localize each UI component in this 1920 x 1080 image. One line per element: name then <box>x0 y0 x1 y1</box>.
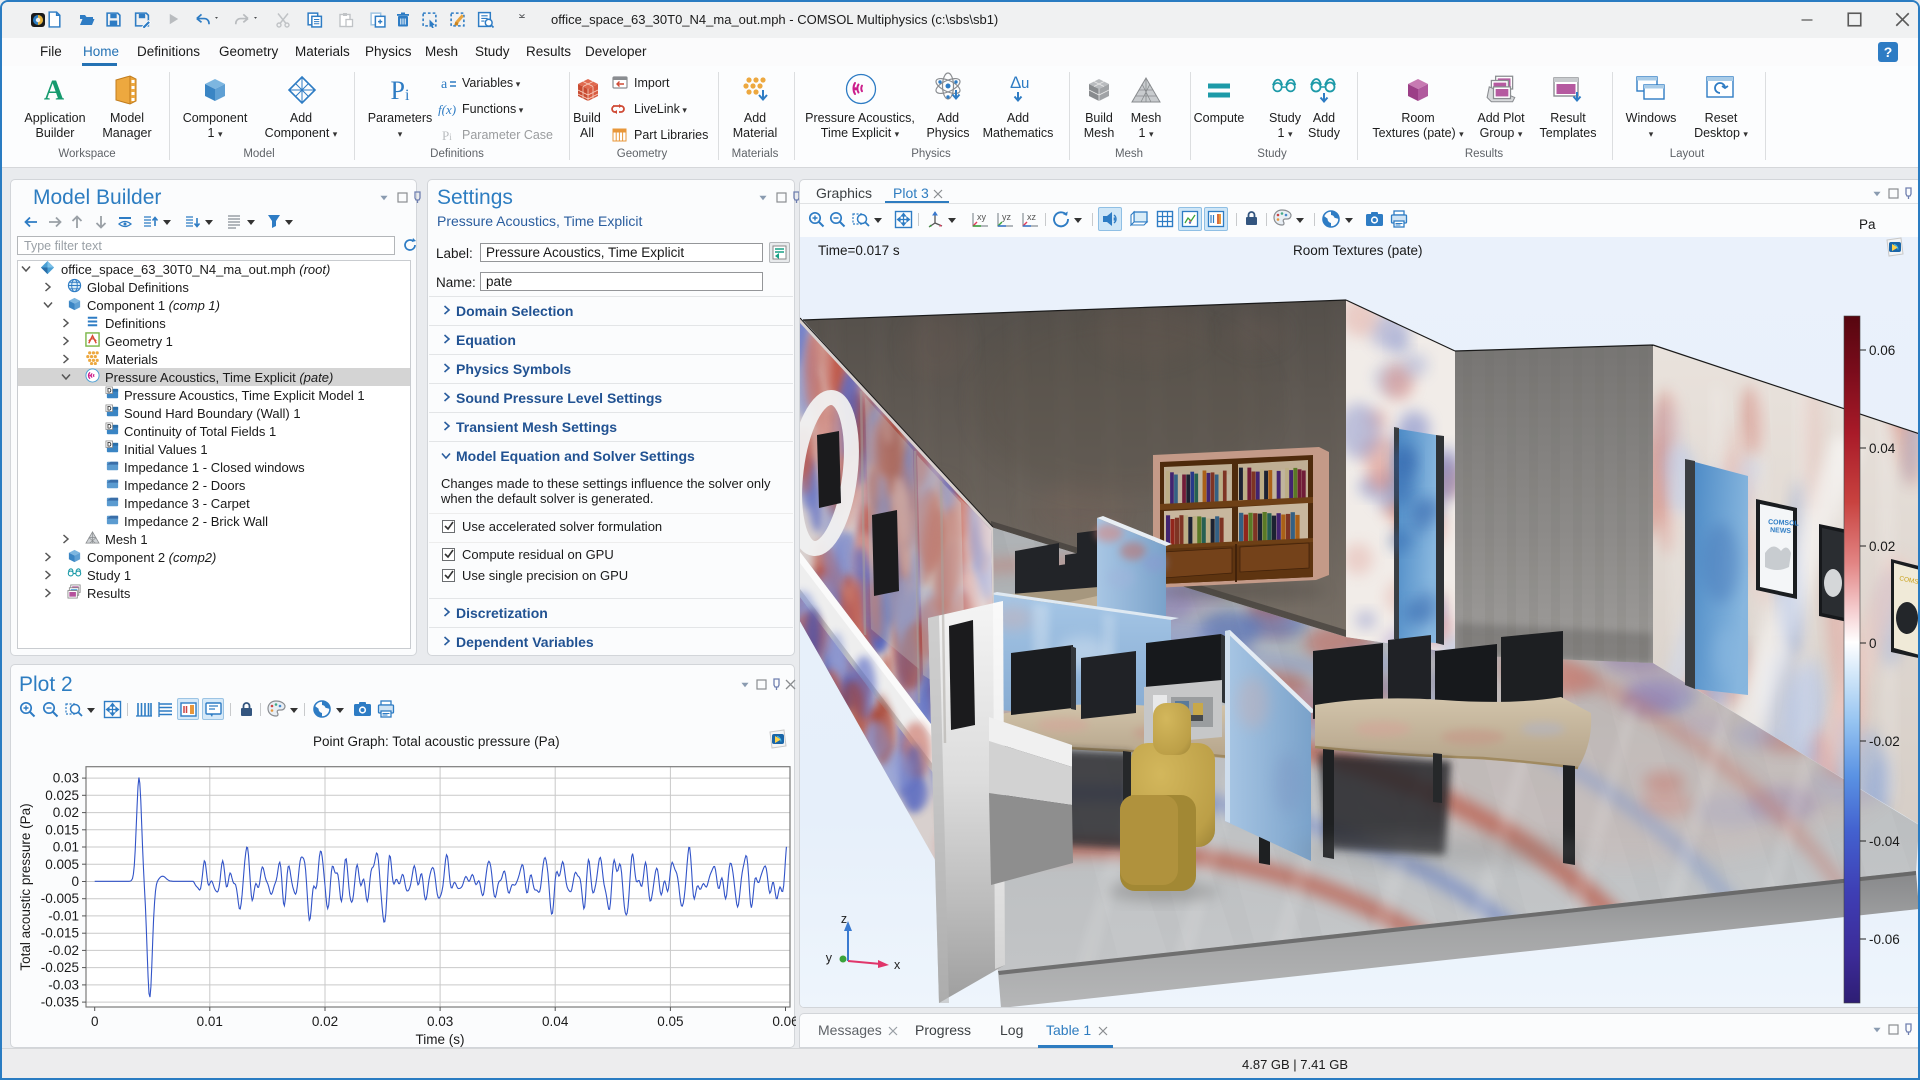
svg-text:u: u <box>1021 75 1029 92</box>
svg-text:-0.03: -0.03 <box>48 977 79 992</box>
svg-text:0.02: 0.02 <box>312 1014 338 1029</box>
svg-text:0.025: 0.025 <box>45 788 79 803</box>
svg-text:0: 0 <box>1869 636 1877 651</box>
svg-text:0.03: 0.03 <box>427 1014 453 1029</box>
svg-text:0.04: 0.04 <box>542 1014 569 1029</box>
svg-text:-0.015: -0.015 <box>41 926 79 941</box>
svg-text:-0.035: -0.035 <box>41 995 79 1010</box>
svg-text:-0.02: -0.02 <box>48 943 79 958</box>
svg-text:Δ: Δ <box>1010 73 1021 92</box>
svg-text:-0.04: -0.04 <box>1869 834 1900 849</box>
svg-text:0.06: 0.06 <box>1869 343 1895 358</box>
svg-text:-0.01: -0.01 <box>48 908 79 923</box>
svg-text:z: z <box>841 912 847 926</box>
svg-text:D: D <box>107 442 112 449</box>
svg-text:yz: yz <box>1002 212 1012 222</box>
svg-text:Total acoustic pressure (Pa): Total acoustic pressure (Pa) <box>18 803 33 970</box>
svg-text:f(x): f(x) <box>438 102 456 116</box>
svg-text:0.005: 0.005 <box>45 857 79 872</box>
svg-text:D: D <box>107 388 112 395</box>
svg-text:x: x <box>894 958 901 972</box>
svg-text:-0.005: -0.005 <box>41 891 79 906</box>
svg-text:-0.025: -0.025 <box>41 960 79 975</box>
svg-text:-0.02: -0.02 <box>1869 734 1900 749</box>
svg-text:0.03: 0.03 <box>53 771 79 786</box>
svg-text:Pi: Pi <box>391 76 410 105</box>
svg-text:0.01: 0.01 <box>197 1014 223 1029</box>
svg-text:0.06: 0.06 <box>772 1014 796 1029</box>
svg-text:0.015: 0.015 <box>45 822 79 837</box>
svg-text:A: A <box>44 75 65 106</box>
svg-text:Pi: Pi <box>442 128 452 142</box>
svg-text:y: y <box>826 951 833 965</box>
svg-text:xz: xz <box>1027 212 1037 222</box>
svg-text:0: 0 <box>71 874 79 889</box>
svg-text:0.04: 0.04 <box>1869 441 1896 456</box>
svg-text:NEWS: NEWS <box>1770 527 1792 535</box>
svg-text:0.05: 0.05 <box>657 1014 683 1029</box>
svg-text:D: D <box>107 424 112 431</box>
svg-text:D: D <box>107 406 112 413</box>
svg-text:0.01: 0.01 <box>53 840 79 855</box>
svg-text:a: a <box>441 77 448 90</box>
svg-text:0.02: 0.02 <box>1869 539 1895 554</box>
svg-text:0: 0 <box>91 1014 99 1029</box>
svg-text:Time (s): Time (s) <box>416 1032 465 1047</box>
svg-text:xy: xy <box>977 212 987 222</box>
svg-text:-0.06: -0.06 <box>1869 932 1900 947</box>
svg-text:0.02: 0.02 <box>53 805 79 820</box>
